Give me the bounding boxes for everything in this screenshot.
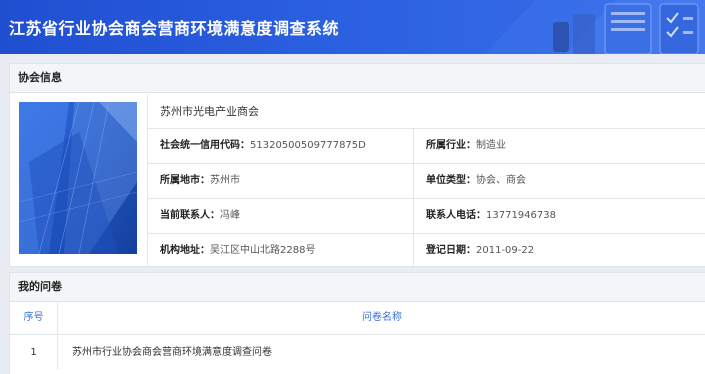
industry-value: 制造业 <box>476 140 506 151</box>
contact-value: 冯峰 <box>220 210 240 221</box>
association-info-title: 协会信息 <box>10 64 705 93</box>
register-date-cell: 登记日期：2011-09-22 <box>413 234 705 268</box>
detail-row: 当前联系人：冯峰 联系人电话：13771946738 <box>147 199 705 234</box>
organization-name: 苏州市光电产业商会 <box>147 94 705 129</box>
table-row[interactable]: 1 苏州市行业协会商会营商环境满意度调查问卷 <box>10 335 705 370</box>
contact-cell: 当前联系人：冯峰 <box>147 199 413 233</box>
credit-code-label: 社会统一信用代码： <box>160 140 250 151</box>
association-detail-grid: 社会统一信用代码：51320500509777875D 所属行业：制造业 所属地… <box>147 129 705 269</box>
phone-value: 13771946738 <box>486 210 556 221</box>
detail-row: 机构地址：吴江区中山北路2288号 登记日期：2011-09-22 <box>147 234 705 269</box>
industry-cell: 所属行业：制造业 <box>413 129 705 163</box>
phone-cell: 联系人电话：13771946738 <box>413 199 705 233</box>
phone-label: 联系人电话： <box>426 210 486 221</box>
unit-type-label: 单位类型： <box>426 175 476 186</box>
address-value: 吴江区中山北路2288号 <box>210 245 316 256</box>
register-date-value: 2011-09-22 <box>476 245 535 256</box>
unit-type-cell: 单位类型：协会、商会 <box>413 164 705 198</box>
detail-row: 社会统一信用代码：51320500509777875D 所属行业：制造业 <box>147 129 705 164</box>
credit-code-cell: 社会统一信用代码：51320500509777875D <box>147 129 413 163</box>
city-label: 所属地市： <box>160 175 210 186</box>
address-label: 机构地址： <box>160 245 210 256</box>
association-info-panel: 协会信息 苏州市光电产业商会 社会统一信用代码：5132050050977787… <box>9 63 705 269</box>
questionnaire-name-link[interactable]: 苏州市行业协会商会营商环境满意度调查问卷 <box>58 335 705 370</box>
column-header-name: 问卷名称 <box>362 312 402 323</box>
unit-type-value: 协会、商会 <box>476 175 526 186</box>
industry-label: 所属行业： <box>426 140 476 151</box>
city-cell: 所属地市：苏州市 <box>147 164 413 198</box>
header-illustration <box>485 0 705 54</box>
address-cell: 机构地址：吴江区中山北路2288号 <box>147 234 413 268</box>
my-questionnaire-title: 我的问卷 <box>10 273 705 302</box>
table-header: 序号 问卷名称 <box>10 302 705 335</box>
contact-label: 当前联系人： <box>160 210 220 221</box>
detail-row: 所属地市：苏州市 单位类型：协会、商会 <box>147 164 705 199</box>
column-header-index: 序号 <box>10 302 58 334</box>
credit-code-value: 51320500509777875D <box>250 140 366 151</box>
app-header: 江苏省行业协会商会营商环境满意度调查系统 <box>0 0 705 54</box>
register-date-label: 登记日期： <box>426 245 476 256</box>
my-questionnaire-panel: 我的问卷 序号 问卷名称 1 苏州市行业协会商会营商环境满意度调查问卷 <box>9 272 705 374</box>
association-image <box>19 102 137 254</box>
questionnaire-table: 序号 问卷名称 1 苏州市行业协会商会营商环境满意度调查问卷 <box>10 302 705 370</box>
row-index: 1 <box>10 335 58 370</box>
city-value: 苏州市 <box>210 175 240 186</box>
app-title: 江苏省行业协会商会营商环境满意度调查系统 <box>9 19 340 38</box>
